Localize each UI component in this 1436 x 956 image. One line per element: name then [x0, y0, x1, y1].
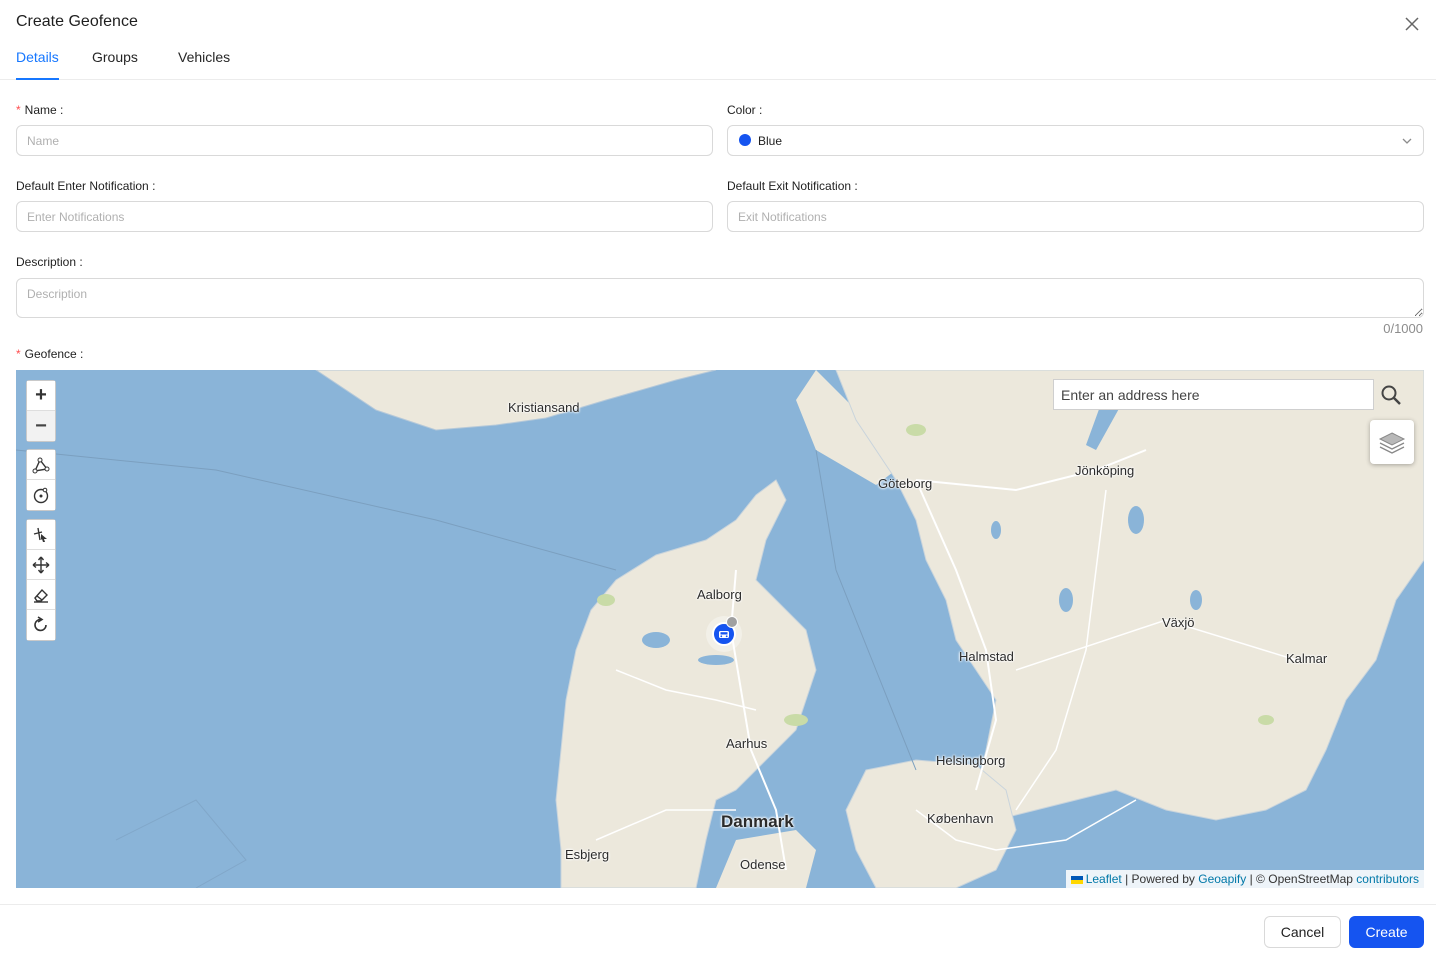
rotate-mode-button[interactable] [27, 610, 55, 640]
color-label: Color : [727, 103, 763, 117]
geoapify-link[interactable]: Geoapify [1198, 872, 1246, 886]
description-char-counter: 0/1000 [1383, 321, 1423, 336]
map-label-city: Jönköping [1075, 463, 1135, 478]
eraser-icon [34, 588, 48, 603]
required-marker: * [16, 103, 21, 117]
color-swatch [739, 134, 751, 146]
layers-icon [1378, 432, 1406, 454]
map-attribution: Leaflet | Powered by Geoapify | © OpenSt… [1065, 870, 1424, 888]
edit-vertex-icon [33, 527, 47, 542]
map-label-city: Kristiansand [508, 400, 580, 415]
map-label-city: Odense [740, 857, 786, 872]
zoom-control: + − [26, 380, 56, 442]
create-button[interactable]: Create [1349, 916, 1424, 948]
close-button[interactable] [1400, 12, 1424, 36]
edit-vertices-button[interactable] [27, 520, 55, 550]
rotate-icon [34, 616, 47, 632]
enter-notification-label: Default Enter Notification : [16, 179, 156, 193]
ukraine-flag-icon [1070, 875, 1083, 884]
description-textarea[interactable] [16, 278, 1424, 318]
tab-details[interactable]: Details [16, 44, 59, 80]
tab-vehicles[interactable]: Vehicles [178, 44, 230, 80]
edit-toolbar [26, 519, 56, 641]
exit-notification-label: Default Exit Notification : [727, 179, 858, 193]
draw-circle-icon [33, 487, 49, 504]
name-input[interactable] [16, 125, 713, 156]
map-label-country: Danmark [721, 812, 794, 831]
map-label-city: København [927, 811, 994, 826]
geofence-label: * Geofence : [16, 347, 84, 361]
map-label-city: Helsingborg [936, 753, 1006, 768]
map-label-city: Växjö [1162, 615, 1195, 630]
map-label-city: Göteborg [878, 476, 933, 491]
move-icon [32, 556, 50, 573]
map-label-city: Aarhus [726, 736, 768, 751]
address-search-input[interactable] [1053, 379, 1374, 410]
geofence-map[interactable]: Kristiansand Göteborg Jönköping Aalborg … [16, 370, 1424, 888]
drag-mode-button[interactable] [27, 550, 55, 580]
draw-toolbar [26, 449, 56, 511]
draw-polyline-icon [32, 457, 50, 473]
address-search-button[interactable] [1378, 382, 1404, 408]
marker-status-dot [726, 616, 738, 628]
modal-header: Create Geofence Details Groups Vehicles [0, 0, 1436, 80]
modal-title: Create Geofence [16, 13, 138, 30]
leaflet-link[interactable]: Leaflet [1086, 872, 1122, 886]
removal-mode-button[interactable] [27, 580, 55, 610]
exit-notification-input[interactable] [727, 201, 1424, 232]
zoom-out-button[interactable]: − [27, 411, 55, 441]
color-select-value: Blue [758, 134, 783, 148]
map-label-city: Halmstad [959, 649, 1014, 664]
osm-contributors-link[interactable]: contributors [1356, 872, 1419, 886]
name-label: * Name : [16, 103, 64, 117]
map-label-city: Kalmar [1286, 651, 1328, 666]
tab-groups[interactable]: Groups [92, 44, 138, 80]
zoom-in-button[interactable]: + [27, 381, 55, 411]
cancel-button[interactable]: Cancel [1264, 916, 1341, 948]
search-icon [1381, 385, 1401, 405]
enter-notification-input[interactable] [16, 201, 713, 232]
draw-polygon-button[interactable] [27, 450, 55, 480]
modal-footer: Cancel Create [0, 904, 1436, 956]
draw-circle-button[interactable] [27, 480, 55, 510]
layers-button[interactable] [1370, 420, 1414, 464]
chevron-down-icon [1402, 138, 1412, 144]
map-label-city: Esbjerg [565, 847, 610, 862]
required-marker: * [16, 347, 21, 361]
color-select[interactable]: Blue [727, 125, 1424, 156]
close-icon[interactable] [1400, 12, 1424, 36]
map-label-city: Aalborg [697, 587, 742, 602]
description-label: Description : [16, 255, 83, 269]
